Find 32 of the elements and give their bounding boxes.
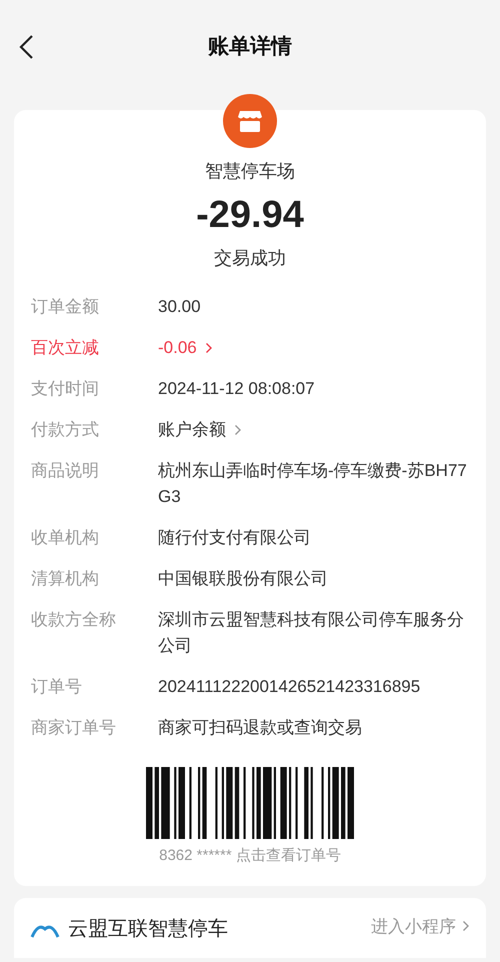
detail-label: 订单号 bbox=[31, 676, 83, 698]
detail-value[interactable]: 账户余额 bbox=[158, 417, 226, 443]
detail-label: 百次立减 bbox=[31, 337, 100, 359]
detail-value: 2024-11-12 08:08:07 bbox=[158, 378, 315, 400]
detail-value: 随行付支付有限公司 bbox=[158, 527, 311, 549]
merchant-name: 智慧停车场 bbox=[205, 160, 295, 183]
detail-value: 深圳市云盟智慧科技有限公司停车服务分公司 bbox=[158, 609, 465, 657]
detail-label: 商品说明 bbox=[31, 460, 100, 482]
detail-value: 中国银联股份有限公司 bbox=[158, 568, 328, 590]
open-mini-program-link[interactable]: 进入小程序 bbox=[371, 914, 456, 939]
detail-label: 付款方式 bbox=[31, 419, 100, 441]
detail-label: 订单金额 bbox=[31, 296, 100, 318]
detail-value[interactable]: -0.06 bbox=[158, 335, 197, 361]
status-text: 交易成功 bbox=[214, 247, 286, 270]
detail-value: 杭州东山弄临时停车场-停车缴费-苏BH77G3 bbox=[158, 460, 468, 508]
detail-label: 收款方全称 bbox=[31, 609, 117, 631]
detail-value: 30.00 bbox=[158, 296, 201, 318]
amount: -29.94 bbox=[196, 193, 304, 238]
barcode-caption[interactable]: 8362 ****** 点击查看订单号 bbox=[159, 845, 341, 868]
chevron-right-icon bbox=[204, 342, 213, 354]
detail-label: 收单机构 bbox=[31, 527, 100, 549]
back-icon[interactable] bbox=[18, 34, 34, 60]
chevron-right-icon bbox=[462, 920, 470, 932]
detail-label: 商家订单号 bbox=[31, 717, 117, 739]
detail-value: 2024111222001426521423316895 bbox=[158, 676, 420, 698]
page-title: 账单详情 bbox=[208, 34, 292, 60]
detail-label: 清算机构 bbox=[31, 568, 100, 590]
barcode[interactable] bbox=[146, 767, 354, 839]
detail-value: 商家可扫码退款或查询交易 bbox=[158, 717, 362, 739]
chevron-right-icon bbox=[234, 424, 242, 436]
mini-program-name: 云盟互联智慧停车 bbox=[68, 916, 228, 942]
detail-label: 支付时间 bbox=[31, 378, 100, 400]
